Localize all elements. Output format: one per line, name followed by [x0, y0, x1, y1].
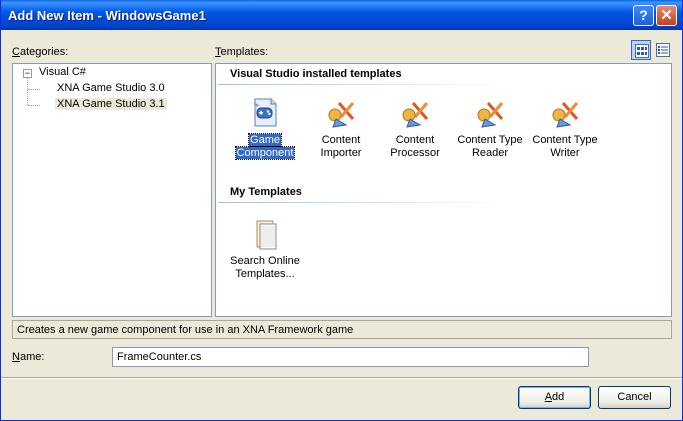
- template-label: Content Importer: [320, 134, 362, 159]
- templates-label: Templates:: [215, 46, 269, 58]
- cancel-button[interactable]: Cancel: [598, 386, 671, 409]
- collapse-icon[interactable]: −: [23, 69, 32, 78]
- template-label: Content Type Writer: [532, 134, 598, 159]
- tree-item-xna-3-1[interactable]: XNA Game Studio 3.1: [55, 98, 167, 110]
- content-type-writer-icon: [552, 102, 579, 128]
- content-type-reader-icon: [477, 102, 504, 128]
- tree-line: [28, 89, 40, 90]
- search-online-templates-icon: [256, 220, 277, 250]
- template-content-type-reader[interactable]: Content Type Reader: [454, 97, 526, 165]
- template-label: Content Processor: [390, 134, 440, 159]
- categories-label: Categories:: [12, 46, 69, 58]
- tree-item-xna-3-0[interactable]: XNA Game Studio 3.0: [55, 82, 167, 94]
- large-icons-icon: [635, 44, 649, 58]
- group-divider: [218, 84, 508, 85]
- content-importer-icon: [328, 102, 355, 128]
- window-title: Add New Item - WindowsGame1: [8, 8, 206, 23]
- categories-tree[interactable]: − Visual C# XNA Game Studio 3.0 XNA Game…: [12, 63, 212, 317]
- small-icons-view-button[interactable]: [653, 40, 673, 60]
- templates-list[interactable]: Visual Studio installed templates Game Co…: [215, 63, 672, 317]
- list-view-icon: [656, 43, 670, 57]
- tree-line: [27, 78, 28, 105]
- content-processor-icon: [402, 102, 429, 128]
- group-header-installed: Visual Studio installed templates: [230, 68, 402, 80]
- group-header-my-templates: My Templates: [230, 186, 302, 198]
- name-label: Name:: [12, 351, 45, 363]
- separator: [1, 377, 682, 379]
- game-component-icon: [253, 98, 277, 127]
- template-content-processor[interactable]: Content Processor: [379, 97, 451, 165]
- template-search-online[interactable]: Search Online Templates...: [229, 218, 301, 286]
- close-button[interactable]: ✕: [656, 5, 677, 26]
- template-content-importer[interactable]: Content Importer: [305, 97, 377, 165]
- name-input[interactable]: [112, 347, 589, 367]
- template-game-component[interactable]: Game Component: [229, 97, 301, 165]
- help-button[interactable]: ?: [633, 5, 654, 26]
- large-icons-view-button[interactable]: [631, 40, 651, 60]
- title-bar[interactable]: Add New Item - WindowsGame1 ? ✕: [1, 0, 682, 30]
- template-label: Content Type Reader: [457, 134, 523, 159]
- add-new-item-dialog: Add New Item - WindowsGame1 ? ✕ Categori…: [0, 0, 683, 421]
- template-content-type-writer[interactable]: Content Type Writer: [529, 97, 601, 165]
- tree-line: [28, 105, 40, 106]
- group-divider: [218, 202, 508, 203]
- template-label: Game Component: [234, 133, 296, 160]
- tree-item-visual-csharp[interactable]: Visual C#: [37, 66, 88, 78]
- add-button[interactable]: Add: [518, 386, 591, 409]
- template-label: Search Online Templates...: [230, 255, 300, 280]
- template-description: Creates a new game component for use in …: [12, 320, 672, 339]
